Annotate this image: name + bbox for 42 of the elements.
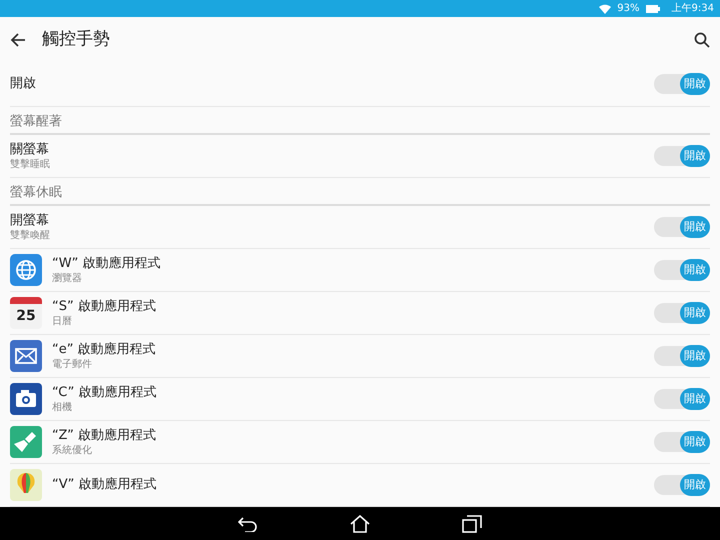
setting-title: “Z” 啟動應用程式 — [52, 427, 158, 444]
clock: 上午9:34 — [672, 2, 714, 16]
setting-title: “e” 啟動應用程式 — [52, 341, 157, 358]
balloon-icon — [10, 469, 42, 501]
toggle-switch[interactable]: 開啟 — [654, 432, 710, 452]
wifi-icon — [599, 4, 612, 14]
setting-title: 開啟 — [10, 75, 37, 94]
setting-title: “C” 啟動應用程式 — [52, 384, 158, 401]
calendar-icon: 25 — [10, 297, 42, 329]
back-icon[interactable] — [238, 516, 258, 532]
toggle-switch[interactable]: 開啟 — [654, 303, 710, 323]
toggle-switch[interactable]: 開啟 — [654, 74, 710, 94]
camera-icon — [10, 383, 42, 415]
setting-title: “S” 啟動應用程式 — [52, 298, 157, 315]
toggle-switch[interactable]: 開啟 — [654, 389, 710, 409]
toggle-switch[interactable]: 開啟 — [654, 346, 710, 366]
toggle-switch[interactable]: 開啟 — [654, 146, 710, 166]
setting-title: “W” 啟動應用程式 — [52, 255, 162, 272]
setting-subtitle: 日曆 — [52, 315, 73, 328]
section-header: 螢幕休眠 — [10, 184, 62, 202]
setting-subtitle: 電子郵件 — [52, 358, 93, 371]
globe-icon — [10, 254, 42, 286]
setting-title: 開螢幕 — [10, 212, 50, 229]
toggle-switch[interactable]: 開啟 — [654, 475, 710, 495]
envelope-icon — [10, 340, 42, 372]
search-button[interactable] — [692, 30, 712, 50]
setting-subtitle: 瀏覽器 — [52, 272, 83, 285]
toggle-switch[interactable]: 開啟 — [654, 260, 710, 280]
setting-title: “V” 啟動應用程式 — [52, 476, 158, 494]
setting-subtitle: 系統優化 — [52, 444, 93, 457]
battery-icon — [646, 4, 660, 12]
battery-percent: 93% — [617, 2, 640, 16]
section-header: 螢幕醒著 — [10, 112, 62, 130]
setting-subtitle: 雙擊睡眠 — [10, 158, 51, 171]
home-icon[interactable] — [350, 514, 370, 532]
screen-title: 觸控手勢 — [42, 28, 110, 51]
recent-apps-icon[interactable] — [462, 514, 482, 532]
setting-subtitle: 雙擊喚醒 — [10, 229, 51, 242]
setting-subtitle: 相機 — [52, 401, 73, 414]
setting-title: 關螢幕 — [10, 141, 50, 158]
broom-icon — [10, 426, 42, 458]
toggle-switch[interactable]: 開啟 — [654, 217, 710, 237]
